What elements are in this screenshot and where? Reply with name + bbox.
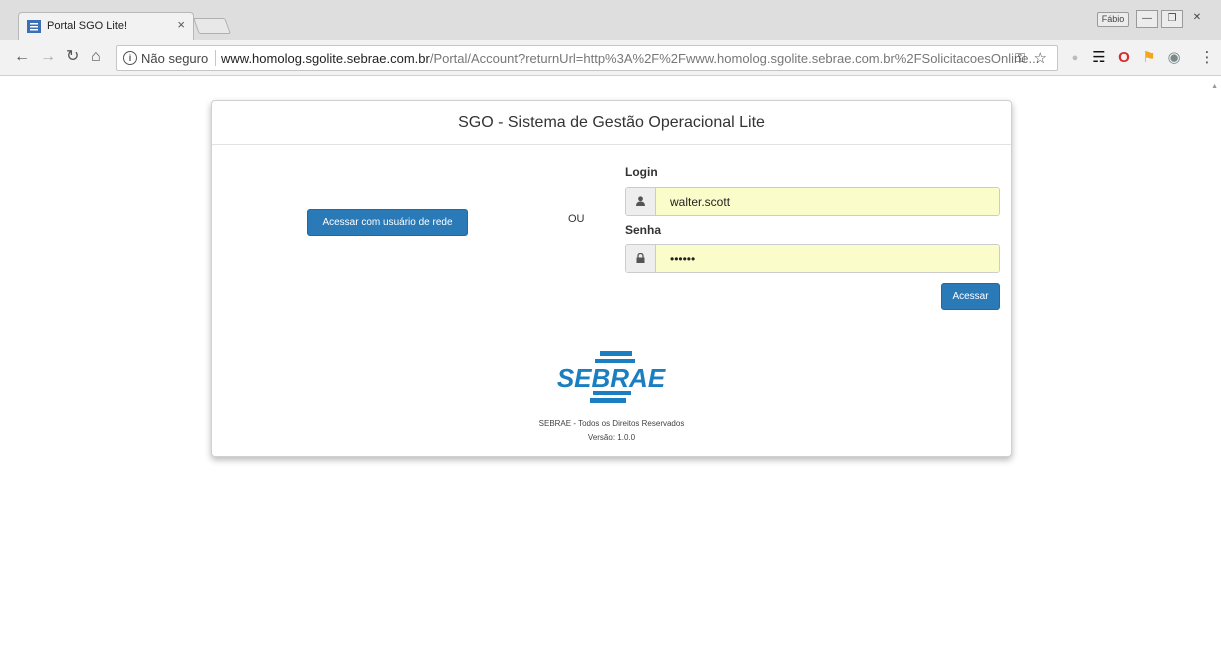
reload-icon[interactable]: ↻: [66, 48, 79, 66]
back-arrow-icon[interactable]: ←: [14, 48, 30, 66]
user-icon: [626, 188, 656, 215]
flag-extension-icon[interactable]: ⚑: [1140, 49, 1158, 67]
address-separator: [215, 50, 216, 66]
sebrae-logo: SEBRAE: [557, 351, 666, 403]
password-input-group: [625, 244, 1000, 273]
restore-icon[interactable]: ❐: [1161, 10, 1183, 28]
info-icon[interactable]: i: [123, 51, 137, 65]
opera-icon[interactable]: O: [1115, 49, 1133, 67]
scroll-up-arrow-icon[interactable]: ▲: [1211, 83, 1218, 90]
home-icon[interactable]: ⌂: [91, 48, 101, 66]
key-icon[interactable]: ⚿: [1015, 50, 1025, 66]
logo-wordmark: SEBRAE: [557, 363, 666, 393]
submit-login-button[interactable]: Acessar: [941, 283, 1000, 310]
page-title: SGO - Sistema de Gestão Operacional Lite: [212, 101, 1011, 145]
tab-title: Portal SGO Lite!: [47, 20, 128, 32]
browser-titlebar: Portal SGO Lite! × Fábio — ❐ ✕: [0, 0, 1221, 40]
security-indicator[interactable]: Não seguro: [141, 51, 208, 66]
password-label: Senha: [625, 223, 662, 237]
close-window-icon[interactable]: ✕: [1186, 10, 1208, 28]
copyright-text: SEBRAE - Todos os Direitos Reservados: [538, 419, 685, 428]
tab-close-icon[interactable]: ×: [177, 18, 185, 32]
page-viewport: ▲ SGO - Sistema de Gestão Operacional Li…: [0, 77, 1221, 658]
lock-icon: [626, 245, 656, 272]
password-input[interactable]: [656, 245, 999, 272]
or-separator: OU: [568, 213, 585, 225]
extension-dot-icon[interactable]: ●: [1066, 49, 1084, 67]
browser-tab[interactable]: Portal SGO Lite! ×: [18, 12, 194, 40]
profile-badge[interactable]: Fábio: [1097, 12, 1129, 27]
address-bar[interactable]: i Não seguro www.homolog.sgolite.sebrae.…: [116, 45, 1058, 71]
minimize-icon[interactable]: —: [1136, 10, 1158, 28]
extension-puzzle-icon[interactable]: ◉: [1165, 49, 1183, 67]
bookmark-star-icon[interactable]: ☆: [1034, 49, 1047, 67]
forward-arrow-icon[interactable]: →: [40, 48, 56, 66]
network-login-button[interactable]: Acessar com usuário de rede: [307, 209, 468, 236]
version-text: Versão: 1.0.0: [587, 433, 636, 442]
menu-dots-icon[interactable]: ⋮: [1198, 49, 1216, 67]
login-panel: SGO - Sistema de Gestão Operacional Lite…: [211, 100, 1012, 457]
url-text[interactable]: www.homolog.sgolite.sebrae.com.br/Portal…: [221, 51, 1039, 66]
url-path: /Portal/Account?returnUrl=http%3A%2F%2Fw…: [429, 51, 1040, 66]
new-tab-button[interactable]: [193, 18, 231, 34]
rss-icon[interactable]: ☴: [1090, 49, 1108, 67]
url-host: www.homolog.sgolite.sebrae.com.br: [221, 51, 430, 66]
login-label: Login: [625, 165, 658, 179]
login-input-group: [625, 187, 1000, 216]
login-input[interactable]: [656, 188, 999, 215]
browser-toolbar: ← → ↻ ⌂ i Não seguro www.homolog.sgolite…: [0, 40, 1221, 76]
site-favicon-icon: [27, 20, 41, 33]
